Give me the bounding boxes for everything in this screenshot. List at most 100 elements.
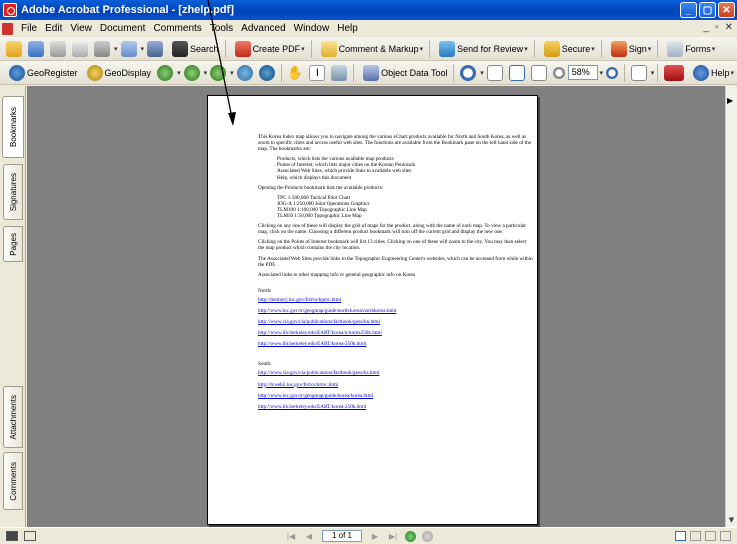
hand-tool-icon[interactable]: ✋: [287, 65, 303, 81]
globe-measure-icon[interactable]: [183, 64, 200, 81]
menu-window[interactable]: Window: [290, 23, 334, 34]
globe-register-icon: [9, 64, 25, 81]
doc-minimize-button[interactable]: _: [704, 22, 710, 33]
pdf-page: This Korea Index map allows you to navig…: [207, 95, 538, 525]
document-window-controls: _ ▫ ✕: [704, 22, 734, 33]
zoom-in-plus-icon[interactable]: [605, 66, 618, 79]
status-bar: |◀ ◀ 1 of 1 ▶ ▶|: [0, 527, 737, 544]
north-link[interactable]: http://www.cia.gov/cia/publications/fact…: [258, 319, 533, 325]
close-button[interactable]: ✕: [718, 2, 735, 18]
continuous-icon[interactable]: [690, 531, 701, 541]
menu-comments[interactable]: Comments: [149, 23, 205, 34]
review-icon: [439, 40, 456, 57]
first-page-icon[interactable]: |◀: [285, 531, 297, 542]
organizer-icon[interactable]: [28, 40, 44, 57]
document-icon[interactable]: [2, 22, 13, 35]
geo-toolbar: GeoRegister GeoDisplay ▾ ▾ ▾ ✋ I Object …: [0, 61, 737, 85]
doc-close-button[interactable]: ✕: [725, 22, 733, 33]
fit-width-icon[interactable]: [530, 64, 547, 81]
vertical-scrollbar[interactable]: ▼: [725, 86, 737, 527]
zoom-level-field[interactable]: 58%: [567, 65, 599, 80]
print-icon[interactable]: [72, 40, 88, 57]
south-link[interactable]: http://www.lib.berkeley.edu/EART/korea-2…: [258, 404, 533, 410]
north-link[interactable]: http://www.loc.gov/rr/geogmap/guide/nort…: [258, 308, 533, 314]
page-size-icon[interactable]: [24, 531, 36, 541]
zoom-in-icon[interactable]: [460, 64, 477, 81]
south-link[interactable]: http://lcweb2.loc.gov/frd/cs/krtoc.html: [258, 382, 533, 388]
pane-menu-arrow-icon[interactable]: ▶: [727, 96, 733, 105]
menu-edit[interactable]: Edit: [41, 23, 66, 34]
select-text-icon[interactable]: I: [309, 64, 326, 81]
create-pdf-icon: [234, 40, 251, 57]
globe-locate-icon[interactable]: [210, 64, 227, 81]
next-page-icon[interactable]: ▶: [369, 531, 381, 542]
menu-advanced[interactable]: Advanced: [237, 23, 289, 34]
menu-document[interactable]: Document: [96, 23, 150, 34]
menu-tools[interactable]: Tools: [206, 23, 237, 34]
last-page-icon[interactable]: ▶|: [387, 531, 399, 542]
minimize-button[interactable]: _: [680, 2, 697, 18]
page-content: This Korea Index map allows you to navig…: [258, 134, 533, 415]
sign-button[interactable]: Sign ▾: [608, 40, 651, 57]
tab-attachments[interactable]: Attachments: [3, 386, 23, 448]
lock-icon: [543, 40, 560, 57]
save-icon[interactable]: [50, 40, 66, 57]
fit-page-icon[interactable]: [508, 64, 525, 81]
globe-icon[interactable]: [147, 40, 164, 57]
geodisplay-button[interactable]: GeoDisplay: [84, 64, 151, 81]
email-icon[interactable]: [94, 40, 110, 57]
sign-pen-icon: [610, 40, 627, 57]
north-link[interactable]: http://www.lib.berkeley.edu/EART/korea/n…: [258, 330, 533, 336]
edit-pen-icon[interactable]: [120, 40, 137, 57]
secure-button[interactable]: Secure ▾: [541, 40, 595, 57]
continuous-facing-icon[interactable]: [720, 531, 731, 541]
acrobat-app-icon[interactable]: [3, 3, 17, 17]
clicking-paragraph: Clicking on any one of these will displa…: [258, 223, 526, 236]
south-link[interactable]: http://www.cia.gov/cia/publications/fact…: [258, 370, 533, 376]
help-button[interactable]: Help ▾: [690, 64, 734, 81]
rotate-view-icon[interactable]: [630, 64, 647, 81]
next-view-icon[interactable]: [422, 530, 433, 542]
hand-status-icon[interactable]: [6, 531, 18, 541]
points-paragraph: Clicking on the Points of Interest bookm…: [258, 239, 527, 252]
zoom-out-icon[interactable]: [552, 66, 565, 79]
page-number-field[interactable]: 1 of 1: [322, 530, 362, 542]
globe-coords-icon[interactable]: [236, 64, 253, 81]
menu-bar: File Edit View Document Comments Tools A…: [0, 20, 737, 37]
search-button[interactable]: Search: [169, 40, 219, 57]
binoculars-icon: [172, 40, 189, 57]
open-folder-icon[interactable]: [6, 40, 22, 57]
create-pdf-button[interactable]: Create PDF ▾: [232, 40, 305, 57]
menu-help[interactable]: Help: [333, 23, 362, 34]
previous-page-icon[interactable]: ◀: [303, 531, 315, 542]
globe-link-icon[interactable]: [258, 64, 275, 81]
facing-icon[interactable]: [705, 531, 716, 541]
tab-pages[interactable]: Pages: [3, 226, 23, 262]
north-label: North:: [258, 287, 272, 294]
menu-file[interactable]: File: [17, 23, 41, 34]
actual-size-icon[interactable]: [486, 64, 503, 81]
doc-restore-button[interactable]: ▫: [715, 22, 719, 33]
object-data-icon: [363, 64, 380, 81]
scroll-down-arrow-icon[interactable]: ▼: [726, 514, 737, 525]
object-data-tool-button[interactable]: Object Data Tool: [360, 64, 447, 81]
comment-markup-button[interactable]: Comment & Markup ▾: [318, 40, 423, 57]
south-link[interactable]: http://www.loc.gov/rr/geogmap/guide/kore…: [258, 393, 533, 399]
snapshot-icon[interactable]: [331, 64, 348, 81]
window-controls: _ ▢ ✕: [680, 2, 735, 18]
forms-button[interactable]: Forms ▾: [664, 40, 715, 57]
send-for-review-button[interactable]: Send for Review ▾: [436, 40, 528, 57]
ymsg-icon[interactable]: [663, 64, 684, 81]
tab-signatures[interactable]: Signatures: [3, 164, 23, 220]
maximize-button[interactable]: ▢: [699, 2, 716, 18]
globe-tool-icon[interactable]: [157, 64, 174, 81]
single-page-icon[interactable]: [675, 531, 686, 541]
previous-view-icon[interactable]: [405, 530, 416, 542]
tab-comments[interactable]: Comments: [3, 452, 23, 510]
menu-view[interactable]: View: [66, 23, 96, 34]
links-paragraph: Associated links to other mapping info o…: [258, 271, 416, 278]
north-link[interactable]: http://www.lib.berkeley.edu/EART/korea-2…: [258, 341, 533, 347]
tab-bookmarks[interactable]: Bookmarks: [2, 96, 24, 158]
georegister-button[interactable]: GeoRegister: [6, 64, 78, 81]
north-link[interactable]: http://memory.loc.gov/frd/cs/kptoc.html: [258, 297, 533, 303]
